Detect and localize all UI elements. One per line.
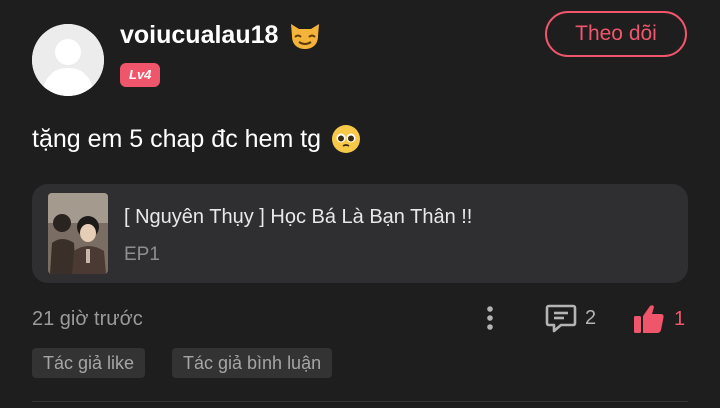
tag-author-liked: Tác giả like — [32, 348, 146, 378]
username-text: voiucualau18 — [120, 20, 279, 49]
avatar[interactable] — [32, 24, 104, 96]
comment-text: tặng em 5 chap đc hem tg — [32, 124, 322, 153]
like-count: 1 — [674, 307, 686, 330]
tag-author-commented: Tác giả bình luận — [172, 348, 333, 378]
pleading-face-emoji-icon — [332, 125, 361, 153]
timestamp: 21 giờ trước — [32, 308, 143, 330]
episode-title: [ Nguyên Thụy ] Học Bá Là Bạn Thân !! — [124, 206, 473, 228]
divider — [32, 401, 688, 402]
comment-icon — [545, 304, 577, 333]
comment-count: 2 — [585, 306, 597, 329]
level-badge: Lv4 — [120, 63, 161, 87]
episode-thumbnail — [48, 193, 108, 274]
comment-text-row: tặng em 5 chap đc hem tg — [32, 124, 361, 154]
avatar-placeholder-icon — [32, 24, 104, 96]
episode-card[interactable]: [ Nguyên Thụy ] Học Bá Là Bạn Thân !! EP… — [32, 184, 688, 283]
thumbs-up-icon — [634, 305, 664, 333]
username[interactable]: voiucualau18 — [120, 20, 322, 50]
follow-button[interactable]: Theo dõi — [545, 11, 687, 57]
like-button[interactable]: 1 — [632, 303, 685, 335]
episode-number: EP1 — [124, 244, 160, 265]
cat-emoji-icon — [291, 24, 320, 49]
more-vertical-icon[interactable] — [480, 303, 500, 333]
comment-count-button[interactable]: 2 — [545, 303, 596, 333]
